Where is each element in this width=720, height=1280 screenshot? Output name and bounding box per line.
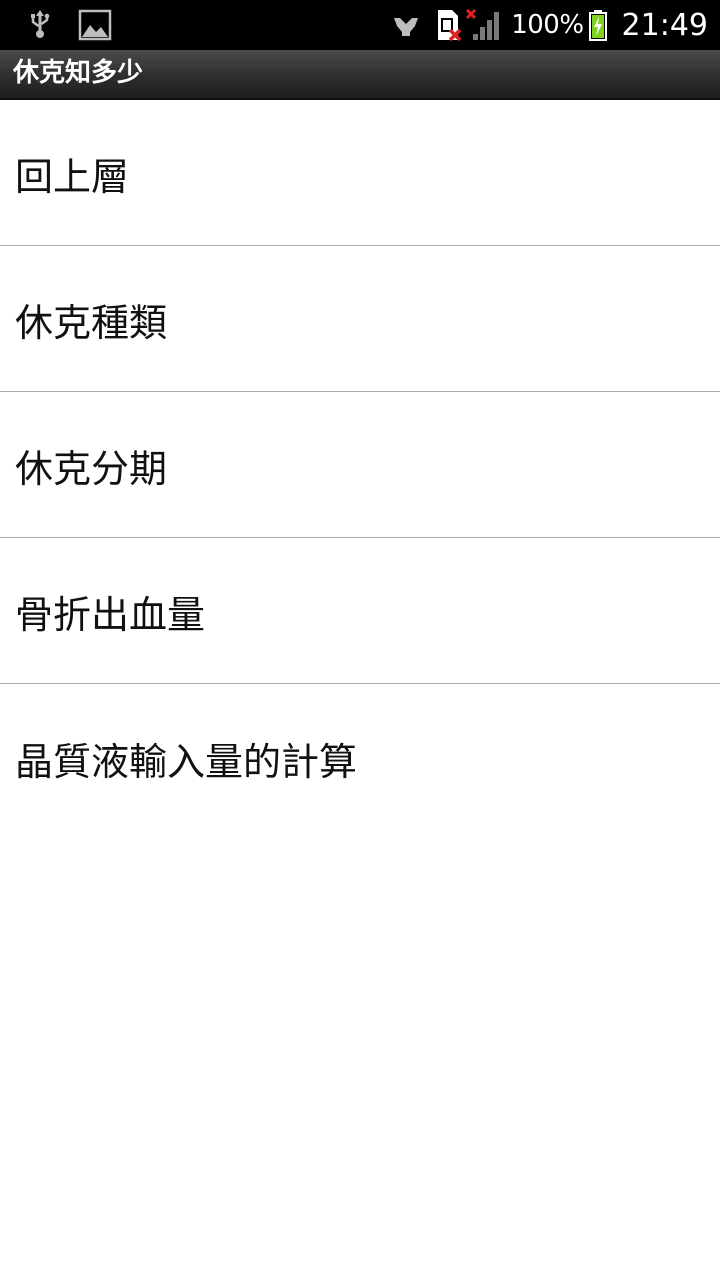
menu-item-label: 回上層 xyxy=(15,155,130,199)
battery-level: 100% xyxy=(511,10,584,40)
usb-icon xyxy=(28,8,52,42)
status-bar-notifications xyxy=(28,8,112,42)
status-bar: 100% 21:49 xyxy=(0,0,720,50)
menu-item-label: 骨折出血量 xyxy=(15,593,206,637)
vibrate-icon xyxy=(391,10,421,40)
menu-item-label: 休克種類 xyxy=(15,301,168,345)
menu-list: 回上層 休克種類 休克分期 骨折出血量 晶質液輸入量的計算 xyxy=(0,100,720,830)
status-bar-system: 100% 21:49 xyxy=(391,7,708,43)
menu-item-fracture-blood-loss[interactable]: 骨折出血量 xyxy=(0,538,720,684)
image-notification-icon xyxy=(78,9,112,41)
battery-charging-icon xyxy=(588,9,608,41)
menu-item-crystalloid-calculation[interactable]: 晶質液輸入量的計算 xyxy=(0,684,720,830)
menu-item-back[interactable]: 回上層 xyxy=(0,100,720,246)
menu-item-label: 晶質液輸入量的計算 xyxy=(15,739,358,784)
menu-item-label: 休克分期 xyxy=(15,447,168,491)
signal-no-service-icon xyxy=(465,8,503,42)
menu-item-shock-stages[interactable]: 休克分期 xyxy=(0,392,720,538)
app-title-bar: 休克知多少 xyxy=(0,50,720,100)
no-sim-icon xyxy=(435,8,463,42)
menu-item-shock-types[interactable]: 休克種類 xyxy=(0,246,720,392)
status-clock: 21:49 xyxy=(621,7,708,43)
app-title: 休克知多少 xyxy=(13,58,144,88)
